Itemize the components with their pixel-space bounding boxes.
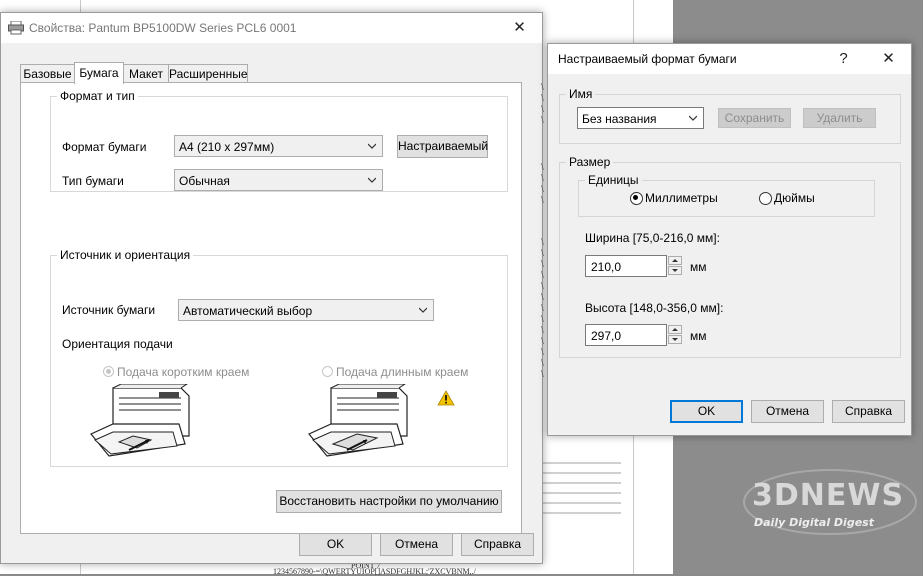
name-value: Без названия — [582, 112, 657, 126]
group-title: Формат и тип — [57, 89, 138, 103]
millimeters-radio[interactable] — [630, 192, 643, 205]
tab-layout[interactable]: Макет — [123, 64, 169, 83]
window-title: Свойства: Pantum BP5100DW Series PCL6 00… — [29, 21, 297, 35]
printer-properties-window: Свойства: Pantum BP5100DW Series PCL6 00… — [0, 12, 543, 564]
ok-button[interactable]: OK — [299, 533, 372, 556]
title-bar: Настраиваемый формат бумаги ? ✕ — [548, 44, 911, 74]
width-value: 210,0 — [591, 260, 622, 274]
paper-type-label: Тип бумаги — [62, 174, 124, 188]
long-edge-radio[interactable] — [322, 366, 333, 377]
ok-button[interactable]: OK — [670, 400, 743, 423]
paper-source-select[interactable]: Автоматический выбор — [178, 299, 434, 321]
doc-line — [541, 472, 621, 474]
size-group: Размер Единицы Миллиметры Дюймы Ширина [… — [559, 155, 901, 358]
doc-line — [541, 502, 621, 504]
long-edge-label: Подача длинным краем — [336, 365, 469, 379]
height-spinner[interactable] — [668, 325, 683, 345]
units-group: Единицы Миллиметры Дюймы — [578, 173, 875, 217]
printer-icon — [8, 21, 24, 35]
custom-paper-size-dialog: Настраиваемый формат бумаги ? ✕ Имя Без … — [547, 43, 912, 436]
title-bar: Свойства: Pantum BP5100DW Series PCL6 00… — [1, 13, 542, 43]
help-title-button[interactable]: ? — [821, 44, 866, 74]
tab-paper[interactable]: Бумага — [74, 62, 124, 84]
paper-type-select[interactable]: Обычная — [174, 169, 383, 191]
close-icon: ✕ — [513, 19, 526, 36]
help-button[interactable]: Справка — [832, 400, 905, 423]
height-label: Высота [148,0-356,0 мм]: — [585, 301, 724, 315]
width-input[interactable]: 210,0 — [585, 255, 667, 277]
short-edge-label: Подача коротким краем — [117, 365, 250, 379]
cancel-button[interactable]: Отмена — [380, 533, 453, 556]
help-button[interactable]: Справка — [461, 533, 534, 556]
doc-line — [541, 512, 621, 514]
spin-down-icon[interactable] — [668, 335, 682, 344]
logo-tagline: Daily Digital Digest — [754, 516, 874, 529]
close-icon: ✕ — [882, 50, 895, 67]
restore-defaults-button[interactable]: Восстановить настройки по умолчанию — [276, 490, 502, 513]
close-button[interactable]: ✕ — [866, 44, 911, 74]
spin-down-icon[interactable] — [668, 266, 682, 275]
spin-up-icon[interactable] — [668, 256, 682, 265]
width-label: Ширина [75,0-216,0 мм]: — [585, 231, 720, 245]
warning-icon — [437, 390, 455, 406]
name-select[interactable]: Без названия — [577, 107, 704, 129]
width-unit: мм — [690, 260, 707, 274]
help-icon: ? — [839, 50, 848, 67]
width-spinner[interactable] — [668, 256, 683, 276]
logo-text: 3DNEWS — [752, 478, 905, 513]
save-button[interactable]: Сохранить — [718, 108, 791, 128]
paper-tab-panel: Формат и тип Формат бумаги A4 (210 x 297… — [20, 82, 522, 534]
group-title: Источник и ориентация — [57, 248, 194, 262]
group-title: Размер — [566, 155, 614, 169]
paper-type-value: Обычная — [179, 174, 230, 188]
long-edge-printer-icon — [308, 384, 408, 457]
group-title: Имя — [566, 87, 596, 101]
height-input[interactable]: 297,0 — [585, 324, 667, 346]
inches-label: Дюймы — [774, 191, 815, 205]
spin-up-icon[interactable] — [668, 325, 682, 334]
height-unit: мм — [690, 329, 707, 343]
paper-source-value: Автоматический выбор — [183, 304, 313, 318]
short-edge-radio[interactable] — [103, 366, 114, 377]
close-button[interactable]: ✕ — [497, 13, 542, 43]
custom-format-button[interactable]: Настраиваемый — [397, 135, 488, 158]
millimeters-label: Миллиметры — [645, 191, 718, 205]
doc-footer-text: 1234567890-=\QWERTYUIOP[]ASDFGHJKL;'ZXCV… — [273, 567, 476, 576]
delete-button[interactable]: Удалить — [803, 108, 876, 128]
short-edge-printer-icon — [90, 384, 190, 457]
chevron-down-icon — [419, 307, 427, 313]
inches-radio[interactable] — [759, 192, 772, 205]
paper-format-select[interactable]: A4 (210 x 297мм) — [174, 135, 383, 157]
source-orientation-group: Источник и ориентация Источник бумаги Ав… — [50, 248, 508, 467]
name-group: Имя Без названия Сохранить Удалить — [559, 87, 901, 144]
3dnews-watermark: 3DNEWS Daily Digital Digest — [740, 466, 920, 536]
chevron-down-icon — [689, 115, 697, 121]
chevron-down-icon — [368, 143, 376, 149]
height-value: 297,0 — [591, 329, 622, 343]
format-type-group: Формат и тип Формат бумаги A4 (210 x 297… — [50, 89, 508, 192]
paper-source-label: Источник бумаги — [62, 303, 156, 317]
tab-basic[interactable]: Базовые — [20, 64, 75, 83]
cancel-button[interactable]: Отмена — [751, 400, 824, 423]
dialog-title: Настраиваемый формат бумаги — [558, 52, 737, 66]
doc-line — [541, 462, 621, 464]
group-title: Единицы — [585, 173, 642, 187]
tab-advanced[interactable]: Расширенные — [168, 64, 248, 83]
paper-format-label: Формат бумаги — [62, 140, 147, 154]
chevron-down-icon — [368, 177, 376, 183]
doc-line — [541, 492, 621, 494]
doc-line — [541, 482, 621, 484]
paper-format-value: A4 (210 x 297мм) — [179, 140, 275, 154]
feed-orientation-label: Ориентация подачи — [62, 337, 173, 351]
